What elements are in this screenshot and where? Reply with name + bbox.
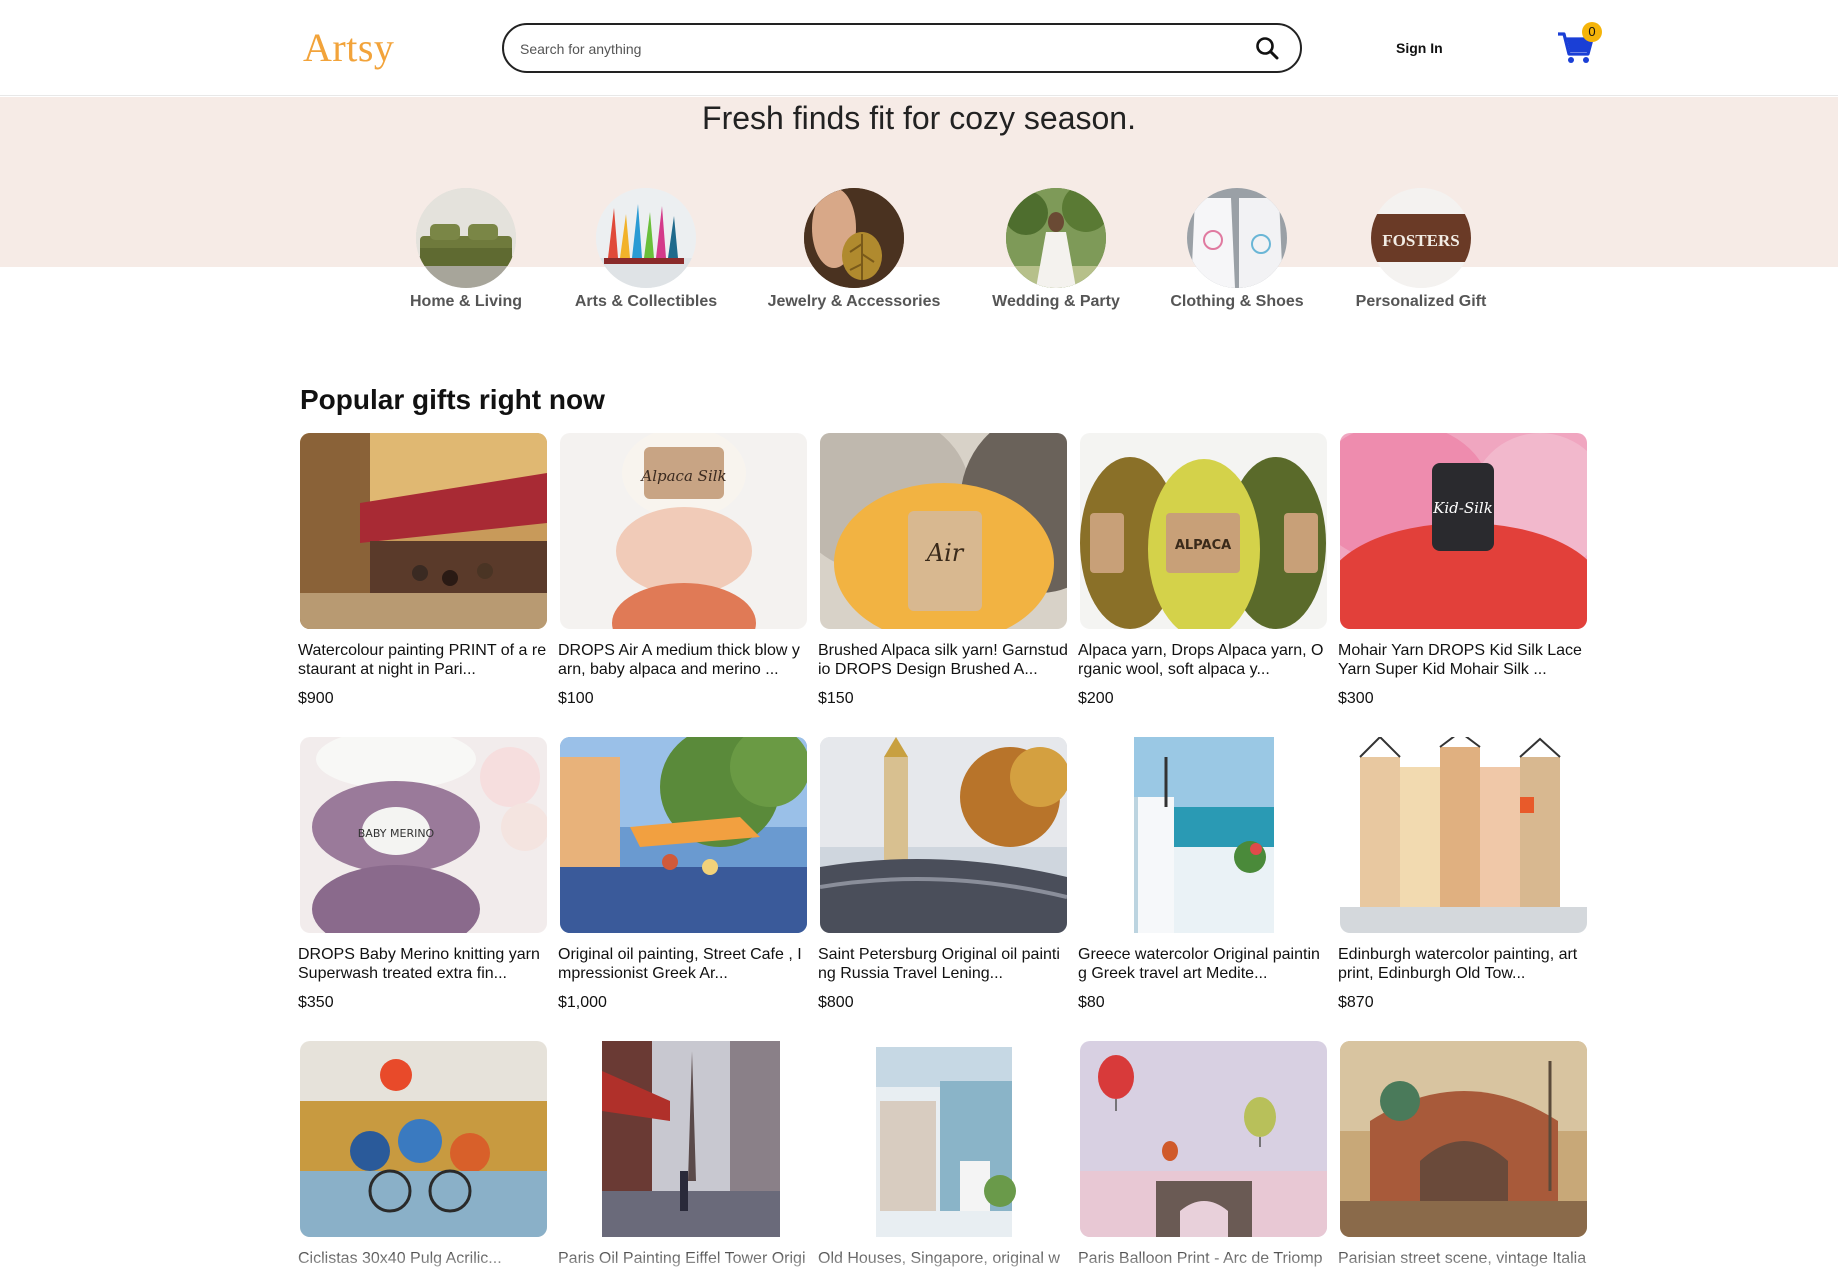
- site-header: Artsy Sign In 0: [0, 0, 1838, 96]
- yarn-label-text: Alpaca Silk: [639, 467, 726, 485]
- category-label: Wedding & Party: [992, 293, 1120, 310]
- sign-in-link[interactable]: Sign In: [1396, 40, 1443, 56]
- product-title: Paris Oil Painting Eiffel Tower Origi: [558, 1250, 806, 1267]
- product-card[interactable]: Greece watercolor Original painting Gree…: [1078, 737, 1328, 1012]
- product-card[interactable]: Edinburgh watercolor painting, art print…: [1338, 737, 1588, 1012]
- product-image: [300, 433, 547, 629]
- product-card[interactable]: Paris Oil Painting Eiffel Tower Origi: [558, 1041, 808, 1267]
- category-label: Arts & Collectibles: [574, 293, 718, 310]
- product-image: [1340, 1041, 1587, 1237]
- category-image: [804, 188, 904, 288]
- product-image: Kid-Silk: [1340, 433, 1587, 629]
- product-card[interactable]: BABY MERINO DROPS Baby Merino knitting y…: [298, 737, 548, 1012]
- category-personalized-gift[interactable]: FOSTERS Personalized Gift: [1321, 188, 1521, 311]
- product-title: DROPS Baby Merino knitting yarn Superwas…: [298, 946, 540, 982]
- product-price: $200: [1078, 690, 1114, 707]
- product-price: $300: [1338, 690, 1374, 707]
- product-title: Original oil painting, Street Cafe , Imp…: [558, 946, 802, 982]
- product-price: $80: [1078, 994, 1105, 1011]
- product-image: Air: [820, 433, 1067, 629]
- product-title: Mohair Yarn DROPS Kid Silk Lace Yarn Sup…: [1338, 642, 1582, 678]
- section-title: Popular gifts right now: [300, 384, 605, 415]
- product-title: Greece watercolor Original painting Gree…: [1078, 946, 1320, 982]
- category-wedding-party[interactable]: Wedding & Party: [956, 188, 1156, 311]
- hero-title: Fresh finds fit for cozy season.: [702, 100, 1136, 136]
- product-card[interactable]: Saint Petersburg Original oil painting R…: [818, 737, 1068, 1012]
- category-label: Clothing & Shoes: [1170, 293, 1304, 310]
- product-price: $800: [818, 994, 854, 1011]
- search-icon[interactable]: [1254, 35, 1282, 63]
- category-home-living[interactable]: Home & Living: [366, 188, 566, 311]
- search-bar: [502, 23, 1302, 73]
- category-label: Personalized Gift: [1355, 293, 1487, 310]
- product-image: BABY MERINO: [300, 737, 547, 933]
- product-card[interactable]: Air Brushed Alpaca silk yarn! Garnstudio…: [818, 433, 1068, 708]
- category-image: [416, 188, 516, 288]
- search-input[interactable]: [520, 37, 1220, 61]
- product-title: Parisian street scene, vintage Italia: [1338, 1250, 1587, 1267]
- product-image: [560, 737, 807, 933]
- fosters-sign-text: FOSTERS: [1382, 231, 1459, 250]
- product-price: $150: [818, 690, 854, 707]
- product-title: Ciclistas 30x40 Pulg Acrilic...: [298, 1250, 502, 1267]
- product-image: [300, 1041, 547, 1237]
- category-image: FOSTERS: [1371, 188, 1471, 288]
- product-price: $900: [298, 690, 334, 707]
- product-image: [820, 737, 1067, 933]
- category-label: Home & Living: [409, 293, 522, 310]
- product-title: Edinburgh watercolor painting, art print…: [1338, 946, 1578, 982]
- product-image: [820, 1041, 1067, 1237]
- product-card[interactable]: Original oil painting, Street Cafe , Imp…: [558, 737, 808, 1012]
- product-card[interactable]: Parisian street scene, vintage Italia: [1338, 1041, 1588, 1267]
- product-card[interactable]: ALPACA Alpaca yarn, Drops Alpaca yarn, O…: [1078, 433, 1328, 708]
- product-price: $350: [298, 994, 334, 1011]
- product-card[interactable]: Watercolour painting PRINT of a restaura…: [298, 433, 548, 708]
- yarn-label-text: Kid-Silk: [1432, 499, 1493, 517]
- product-image: [560, 1041, 807, 1237]
- category-image: [1187, 188, 1287, 288]
- site-logo[interactable]: Artsy: [303, 24, 394, 71]
- product-card[interactable]: Paris Balloon Print - Arc de Triomp: [1078, 1041, 1328, 1267]
- product-image: Alpaca Silk: [560, 433, 807, 629]
- product-card[interactable]: Ciclistas 30x40 Pulg Acrilic...: [298, 1041, 548, 1267]
- yarn-label-text: BABY MERINO: [358, 827, 435, 840]
- category-arts-collectibles[interactable]: Arts & Collectibles: [546, 188, 746, 311]
- product-card[interactable]: Alpaca Silk DROPS Air A medium thick blo…: [558, 433, 808, 708]
- product-title: Alpaca yarn, Drops Alpaca yarn, Organic …: [1078, 642, 1324, 678]
- product-price: $870: [1338, 994, 1374, 1011]
- product-title: Watercolour painting PRINT of a restaura…: [298, 642, 547, 678]
- yarn-label-text: ALPACA: [1175, 538, 1231, 553]
- product-title: Brushed Alpaca silk yarn! Garnstudio DRO…: [818, 642, 1068, 678]
- category-label: Jewelry & Accessories: [767, 293, 941, 310]
- category-jewelry-accessories[interactable]: Jewelry & Accessories: [754, 188, 954, 311]
- product-price: $1,000: [558, 994, 607, 1011]
- product-card[interactable]: Old Houses, Singapore, original wa: [818, 1041, 1068, 1267]
- product-card[interactable]: Kid-Silk Mohair Yarn DROPS Kid Silk Lace…: [1338, 433, 1588, 708]
- product-price: $100: [558, 690, 594, 707]
- category-image: [1006, 188, 1106, 288]
- product-image: [1340, 737, 1587, 933]
- product-title: Saint Petersburg Original oil painting R…: [818, 946, 1060, 982]
- category-image: [596, 188, 696, 288]
- product-title: Paris Balloon Print - Arc de Triomp: [1078, 1250, 1323, 1267]
- yarn-label-text: Air: [925, 539, 965, 567]
- product-image: ALPACA: [1080, 433, 1327, 629]
- product-image: [1080, 1041, 1327, 1237]
- product-image: [1080, 737, 1327, 933]
- product-title: Old Houses, Singapore, original wa: [818, 1250, 1060, 1267]
- category-clothing-shoes[interactable]: Clothing & Shoes: [1137, 188, 1337, 311]
- product-title: DROPS Air A medium thick blow yarn, baby…: [558, 642, 800, 678]
- cart-count-badge: 0: [1582, 22, 1602, 42]
